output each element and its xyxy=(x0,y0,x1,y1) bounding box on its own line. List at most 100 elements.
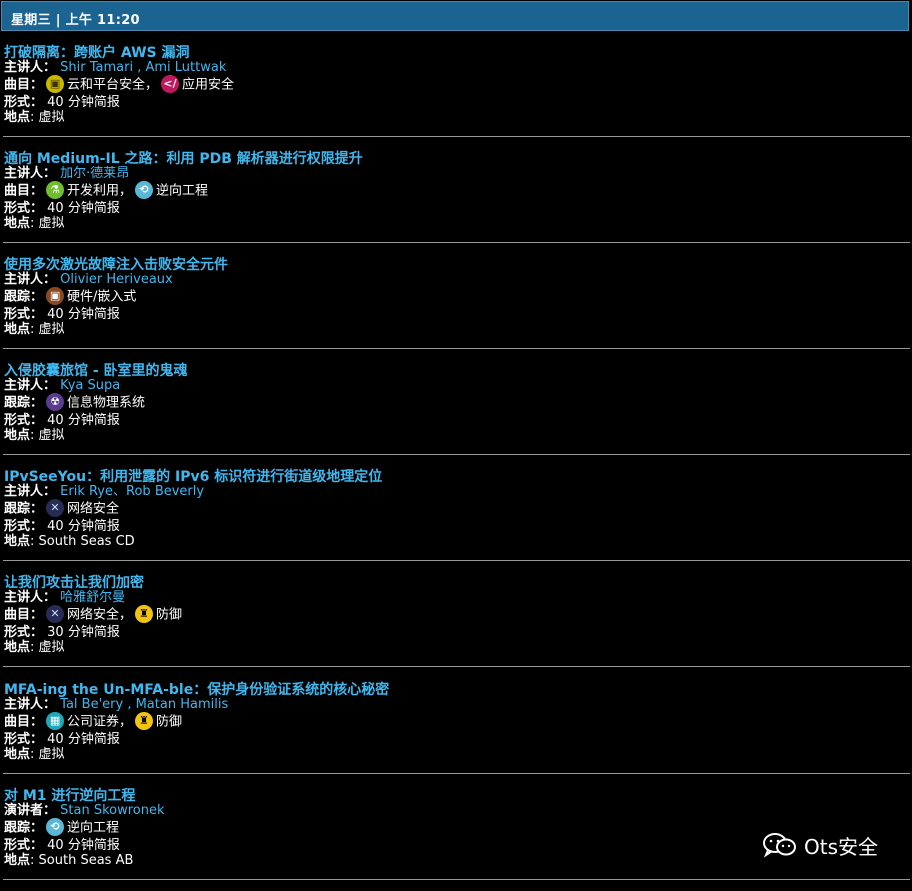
location-label: 地点 xyxy=(4,534,31,549)
location-value: : 虚拟 xyxy=(30,322,65,337)
location-row: 地点: 虚拟 xyxy=(4,321,65,338)
format-value: 40 分钟简报 xyxy=(47,413,120,428)
track-label: 跟踪： xyxy=(4,820,44,836)
format-value: 40 分钟简报 xyxy=(47,201,120,216)
speaker-label: 演讲者： xyxy=(4,803,57,818)
session-divider xyxy=(3,242,910,243)
format-label: 形式： xyxy=(4,838,44,853)
speaker-link[interactable]: 加尔·德莱昂 xyxy=(60,166,129,181)
session-divider xyxy=(3,136,910,137)
location-label: 地点 xyxy=(4,640,31,655)
format-label: 形式： xyxy=(4,519,44,534)
track-name[interactable]: 逆向工程 xyxy=(67,821,119,836)
track-label: 跟踪： xyxy=(4,501,44,517)
location-value: : South Seas AB xyxy=(30,853,134,868)
format-label: 形式： xyxy=(4,201,44,216)
location-value: : 虚拟 xyxy=(30,110,65,125)
session-divider xyxy=(3,666,910,667)
track-row: 曲目： ▦ 公司证券， ♜ 防御 xyxy=(4,712,182,730)
location-row: 地点: 虚拟 xyxy=(4,109,65,126)
track-name[interactable]: 防御 xyxy=(156,608,182,623)
location-label: 地点 xyxy=(4,216,31,231)
app-security-icon: </ xyxy=(161,75,180,93)
format-value: 40 分钟简报 xyxy=(47,519,120,534)
speaker-link[interactable]: Shir Tamari xyxy=(60,60,133,75)
speaker-link[interactable]: Rob Beverly xyxy=(126,484,204,499)
speaker-link[interactable]: Stan Skowronek xyxy=(60,803,164,818)
reverse-engineering-icon: ⟲ xyxy=(135,181,154,199)
format-value: 40 分钟简报 xyxy=(47,838,120,853)
track-name[interactable]: 公司证券， xyxy=(67,715,132,730)
session-item: 使用多次激光故障注入击败安全元件 主讲人： Olivier Heriveaux 跟踪… xyxy=(4,254,910,360)
speaker-separator: , xyxy=(123,697,136,712)
speaker-label: 主讲人： xyxy=(4,60,57,75)
day-time-header: 星期三 | 上午 11:20 xyxy=(1,1,909,31)
track-name[interactable]: 云和平台安全， xyxy=(67,78,158,93)
track-name[interactable]: 网络安全， xyxy=(67,608,132,623)
speaker-label: 主讲人： xyxy=(4,590,57,605)
reverse-engineering-icon: ⟲ xyxy=(46,818,65,836)
format-label: 形式： xyxy=(4,625,44,640)
speaker-row: 主讲人： Tal Be'ery , Matan Hamilis xyxy=(4,696,228,713)
track-label: 曲目： xyxy=(4,714,44,730)
speaker-link[interactable]: Olivier Heriveaux xyxy=(60,272,173,287)
speaker-label: 主讲人： xyxy=(4,378,57,393)
location-value: : 虚拟 xyxy=(30,747,65,762)
track-row: 跟踪： ☢ 信息物理系统 xyxy=(4,393,145,411)
speaker-link[interactable]: Ami Luttwak xyxy=(145,60,226,75)
track-label: 跟踪： xyxy=(4,395,44,411)
speaker-link[interactable]: 哈雅舒尔曼 xyxy=(60,590,125,605)
track-name[interactable]: 硬件/嵌入式 xyxy=(67,290,136,305)
location-value: : 虚拟 xyxy=(30,428,65,443)
track-name[interactable]: 防御 xyxy=(156,715,182,730)
track-name[interactable]: 逆向工程 xyxy=(156,184,208,199)
session-item: IPvSeeYou：利用泄露的 IPv6 标识符进行街道级地理定位 主讲人： Er… xyxy=(4,466,910,572)
session-item: MFA-ing the Un-MFA-ble：保护身份验证系统的核心秘密 主讲人：… xyxy=(4,679,910,785)
format-label: 形式： xyxy=(4,413,44,428)
speaker-label: 主讲人： xyxy=(4,484,57,499)
location-row: 地点: 虚拟 xyxy=(4,746,65,763)
location-value: : South Seas CD xyxy=(30,534,135,549)
location-label: 地点 xyxy=(4,853,31,868)
location-label: 地点 xyxy=(4,322,31,337)
track-row: 曲目： ⚗ 开发利用， ⟲ 逆向工程 xyxy=(4,181,208,199)
network-security-icon: ✕ xyxy=(46,605,65,623)
speaker-row: 主讲人： 加尔·德莱昂 xyxy=(4,165,129,182)
network-security-icon: ✕ xyxy=(46,499,65,517)
session-divider xyxy=(3,560,910,561)
speaker-link[interactable]: Tal Be'ery xyxy=(60,697,123,712)
speaker-link[interactable]: Erik Rye xyxy=(60,484,113,499)
track-row: 跟踪： ✕ 网络安全 xyxy=(4,499,119,517)
track-label: 曲目： xyxy=(4,607,44,623)
track-row: 跟踪： ▣ 硬件/嵌入式 xyxy=(4,287,136,305)
track-label: 跟踪： xyxy=(4,289,44,305)
speaker-separator: , xyxy=(133,60,146,75)
session-item: 入侵胶囊旅馆 - 卧室里的鬼魂 主讲人： Kya Supa 跟踪： ☢ 信息物理系统 形式… xyxy=(4,360,910,466)
defense-icon: ♜ xyxy=(135,605,154,623)
speaker-separator: 、 xyxy=(113,484,127,499)
track-label: 曲目： xyxy=(4,183,44,199)
wechat-icon xyxy=(763,833,796,858)
format-label: 形式： xyxy=(4,307,44,322)
hardware-icon: ▣ xyxy=(46,287,65,305)
location-row: 地点: South Seas CD xyxy=(4,533,135,550)
speaker-link[interactable]: Kya Supa xyxy=(60,378,120,393)
track-name[interactable]: 开发利用， xyxy=(67,184,132,199)
location-label: 地点 xyxy=(4,428,31,443)
location-label: 地点 xyxy=(4,110,31,125)
speaker-row: 主讲人： Kya Supa xyxy=(4,377,120,394)
speaker-link[interactable]: Matan Hamilis xyxy=(136,697,229,712)
location-row: 地点: 虚拟 xyxy=(4,215,65,232)
track-row: 曲目： ✕ 网络安全， ♜ 防御 xyxy=(4,605,182,623)
format-label: 形式： xyxy=(4,95,44,110)
track-name[interactable]: 网络安全 xyxy=(67,502,119,517)
track-name[interactable]: 信息物理系统 xyxy=(67,396,145,411)
format-value: 40 分钟简报 xyxy=(47,732,120,747)
session-item: 打破隔离：跨账户 AWS 漏洞 主讲人： Shir Tamari , Ami Lu… xyxy=(4,42,910,148)
cloud-platform-icon: ▣ xyxy=(46,75,65,93)
watermark: Ots安全 xyxy=(762,831,878,859)
track-name[interactable]: 应用安全 xyxy=(182,78,234,93)
speaker-label: 主讲人： xyxy=(4,166,57,181)
session-divider xyxy=(3,454,910,455)
speaker-row: 主讲人： 哈雅舒尔曼 xyxy=(4,589,125,606)
